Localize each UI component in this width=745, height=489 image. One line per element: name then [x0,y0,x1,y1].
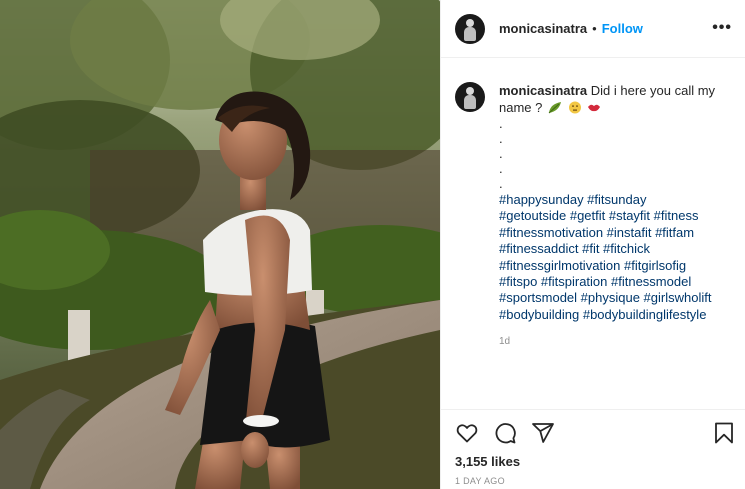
paper-plane-icon[interactable] [531,421,555,445]
caption-body: monicasinatra Did i here you call my nam… [499,70,734,350]
post-photo[interactable] [0,0,440,489]
post-header: monicasinatra • Follow ••• [441,0,745,58]
caption-dot: . [499,131,503,146]
face-icon [568,101,581,114]
caption-dots: . . . . . [499,116,734,191]
header-username[interactable]: monicasinatra [499,21,587,36]
caption-dot: . [499,176,503,191]
caption-age[interactable]: 1d [499,333,734,350]
caption-dot: . [499,161,503,176]
instagram-post: monicasinatra • Follow ••• monicasinatra… [0,0,745,489]
separator-dot: • [592,21,597,36]
hashtags: #happysunday #fitsunday #getoutside #get… [499,192,734,323]
post-side-panel: monicasinatra • Follow ••• monicasinatra… [440,0,745,489]
caption-dot: . [499,116,503,131]
avatar-body [464,95,476,109]
post-timestamp[interactable]: 1 DAY AGO [455,476,505,486]
avatar-head [466,18,474,27]
caption-avatar[interactable] [455,82,485,112]
heart-icon[interactable] [455,421,479,445]
fitness-woman-photo [0,0,440,489]
avatar-body [464,26,476,41]
action-bar: 3,155 likes 1 DAY AGO [441,409,745,489]
bookmark-icon[interactable] [712,421,736,445]
save-button[interactable] [712,421,736,445]
avatar[interactable] [455,13,485,44]
hashtag-line[interactable]: #fitnessaddict #fit #fitchick [499,241,734,257]
caption: monicasinatra Did i here you call my nam… [441,70,745,350]
action-icons [455,421,555,445]
hashtag-line[interactable]: #fitnessmotivation #instafit #fitfam [499,225,734,241]
hashtag-line[interactable]: #bodybuilding #bodybuildinglifestyle [499,307,734,323]
leaf-icon [548,102,561,114]
hashtag-line[interactable]: #happysunday #fitsunday [499,192,734,208]
kiss-lips-icon [588,104,601,112]
follow-button[interactable]: Follow [602,21,643,36]
hashtag-line[interactable]: #getoutside #getfit #stayfit #fitness [499,208,734,224]
avatar-head [466,87,474,95]
caption-username[interactable]: monicasinatra [499,83,587,98]
likes-count[interactable]: 3,155 likes [455,454,520,469]
caption-dot: . [499,146,503,161]
more-options-icon[interactable]: ••• [712,19,732,37]
hashtag-line[interactable]: #fitnessgirlmotivation #fitgirlsofig [499,258,734,274]
comment-icon[interactable] [493,421,517,445]
hashtag-line[interactable]: #fitspo #fitspiration #fitnessmodel [499,274,734,290]
hashtag-line[interactable]: #sportsmodel #physique #girlswholift [499,290,734,306]
